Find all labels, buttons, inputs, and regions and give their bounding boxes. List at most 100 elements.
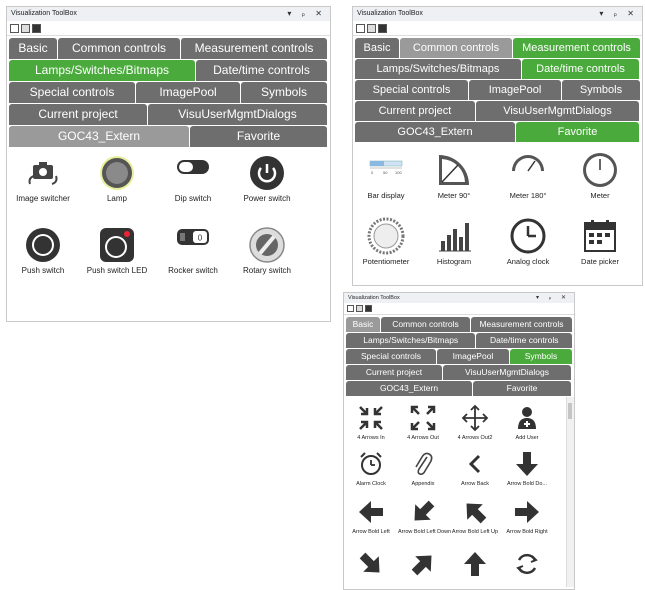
refresh-icon	[516, 553, 538, 575]
toolbox-item[interactable]: Push switch LED	[85, 226, 149, 275]
toolbox-item[interactable]: 0 50 100 Bar display	[355, 151, 417, 200]
toolbox-item[interactable]: Rotary switch	[235, 226, 299, 275]
toolbox-item[interactable]: Analog clock	[497, 217, 559, 266]
toolbox-item[interactable]: Histogram	[423, 217, 485, 266]
document-icon[interactable]	[347, 305, 354, 312]
toolbox-item[interactable]: 0 Rocker switch	[161, 226, 225, 275]
arrows-out-icon	[410, 405, 436, 431]
image-view-icon[interactable]	[32, 23, 41, 33]
tab-current-project[interactable]: Current project	[355, 101, 475, 121]
toolbox-item[interactable]: Image switcher	[11, 154, 75, 203]
toolbox-item[interactable]	[502, 549, 552, 581]
tab-favorite[interactable]: Favorite	[190, 126, 327, 147]
window-controls[interactable]: ▾ ₚ ✕	[536, 293, 570, 303]
category-tabs: Basic Common controls Measurement contro…	[7, 36, 330, 147]
tab-current-project[interactable]: Current project	[346, 365, 442, 380]
scrollbar-thumb[interactable]	[568, 403, 572, 419]
tab-imagepool[interactable]: ImagePool	[136, 82, 240, 103]
toolbox-item[interactable]: Add User	[502, 403, 552, 441]
window-controls[interactable]: ▾ ₚ ✕	[287, 7, 326, 21]
panel-title-bar: Visualization ToolBox ▾ ₚ ✕	[7, 7, 330, 21]
list-view-icon[interactable]	[367, 23, 376, 33]
toolbox-item[interactable]: Push switch	[11, 226, 75, 275]
tab-basic[interactable]: Basic	[346, 317, 380, 332]
tab-common-controls[interactable]: Common controls	[58, 38, 180, 59]
tab-favorite[interactable]: Favorite	[473, 381, 571, 396]
tab-goc43-extern[interactable]: GOC43_Extern	[355, 122, 515, 142]
tab-special-controls[interactable]: Special controls	[355, 80, 468, 100]
tab-basic[interactable]: Basic	[9, 38, 57, 59]
toolbox-item[interactable]: Date picker	[569, 217, 631, 266]
meter-90-icon	[439, 155, 469, 185]
window-controls[interactable]: ▾ ₚ ✕	[599, 7, 638, 21]
tab-symbols[interactable]: Symbols	[562, 80, 640, 100]
svg-text:0: 0	[198, 234, 203, 243]
toolbox-item[interactable]	[398, 549, 448, 581]
toolbox-item[interactable]: Meter	[569, 151, 631, 200]
tab-goc43-extern[interactable]: GOC43_Extern	[346, 381, 472, 396]
document-icon[interactable]	[10, 23, 19, 33]
alarm-clock-icon	[360, 452, 382, 475]
toolbox-item[interactable]: Potentiometer	[355, 217, 417, 266]
tab-imagepool[interactable]: ImagePool	[469, 80, 561, 100]
rotary-switch-icon	[249, 227, 285, 263]
tab-current-project[interactable]: Current project	[9, 104, 147, 125]
toolbox-item[interactable]	[346, 549, 396, 581]
toolbox-item[interactable]: Power switch	[235, 154, 299, 203]
toolbox-item[interactable]: Appendix	[398, 449, 448, 487]
tab-date-time-controls[interactable]: Date/time controls	[476, 333, 572, 348]
toolbox-item[interactable]	[450, 549, 500, 581]
potentiometer-icon	[367, 217, 405, 255]
document-icon[interactable]	[356, 23, 365, 33]
tab-date-time-controls[interactable]: Date/time controls	[196, 60, 327, 81]
toolbox-item[interactable]: Arrow Bold Do...	[502, 449, 552, 487]
tab-imagepool[interactable]: ImagePool	[437, 349, 509, 364]
tab-favorite[interactable]: Favorite	[516, 122, 639, 142]
tab-basic[interactable]: Basic	[355, 38, 399, 58]
toolbox-item[interactable]: Arrow Bold Left Up	[450, 497, 500, 535]
tab-special-controls[interactable]: Special controls	[9, 82, 135, 103]
tab-lamps-switches-bitmaps[interactable]: Lamps/Switches/Bitmaps	[355, 59, 521, 79]
tab-measurement-controls[interactable]: Measurement controls	[471, 317, 572, 332]
vertical-scrollbar[interactable]	[566, 397, 574, 587]
tab-special-controls[interactable]: Special controls	[346, 349, 436, 364]
bar-display-icon: 0 50 100	[369, 160, 402, 175]
toolbox-items: 0 50 100 Bar display Meter 90° Meter 180° …	[353, 143, 642, 273]
tab-lamps-switches-bitmaps[interactable]: Lamps/Switches/Bitmaps	[346, 333, 476, 348]
tab-measurement-controls[interactable]: Measurement controls	[181, 38, 327, 59]
item-label: Lamp	[106, 194, 127, 203]
image-view-icon[interactable]	[378, 23, 387, 33]
item-label: Arrow Back	[460, 481, 490, 487]
analog-clock-icon	[510, 218, 546, 254]
tab-symbols[interactable]: Symbols	[510, 349, 572, 364]
toolbox-item[interactable]: Meter 90°	[423, 151, 485, 200]
tab-date-time-controls[interactable]: Date/time controls	[522, 59, 639, 79]
toolbox-item[interactable]: 4 Arrows In	[346, 403, 396, 441]
tab-symbols[interactable]: Symbols	[241, 82, 327, 103]
toolbox-item[interactable]: Arrow Bold Left Down	[398, 497, 451, 535]
toolbox-item[interactable]: Arrow Bold Left	[346, 497, 396, 535]
tab-lamps-switches-bitmaps[interactable]: Lamps/Switches/Bitmaps	[9, 60, 195, 81]
toolbox-item[interactable]: Alarm Clock	[346, 449, 396, 487]
toolbox-item[interactable]: 4 Arrows Out2	[450, 403, 500, 441]
arrow-bold-left-up-icon	[466, 503, 487, 524]
toolbox-item[interactable]: Arrow Back	[450, 449, 500, 487]
tab-common-controls[interactable]: Common controls	[381, 317, 470, 332]
list-view-icon[interactable]	[356, 305, 363, 312]
toolbox-item[interactable]: Dip switch	[161, 154, 225, 203]
tab-visuusermgmtdialogs[interactable]: VisuUserMgmtDialogs	[476, 101, 639, 121]
toolbox-item[interactable]: Arrow Bold Right	[502, 497, 552, 535]
toolbox-item[interactable]: 4 Arrows Out	[398, 403, 448, 441]
image-view-icon[interactable]	[365, 305, 372, 312]
tab-goc43-extern[interactable]: GOC43_Extern	[9, 126, 189, 147]
bar-tick-label: 50	[383, 170, 388, 175]
tab-visuusermgmtdialogs[interactable]: VisuUserMgmtDialogs	[148, 104, 327, 125]
toolbox-item[interactable]: Meter 180°	[497, 151, 559, 200]
tab-measurement-controls[interactable]: Measurement controls	[513, 38, 640, 58]
tab-visuusermgmtdialogs[interactable]: VisuUserMgmtDialogs	[443, 365, 571, 380]
list-view-icon[interactable]	[21, 23, 30, 33]
tab-common-controls[interactable]: Common controls	[400, 38, 512, 58]
arrow-bold-right-down-icon	[359, 552, 380, 573]
toolbox-item[interactable]: Lamp	[85, 154, 149, 203]
panel-title: Visualization ToolBox	[348, 295, 400, 301]
